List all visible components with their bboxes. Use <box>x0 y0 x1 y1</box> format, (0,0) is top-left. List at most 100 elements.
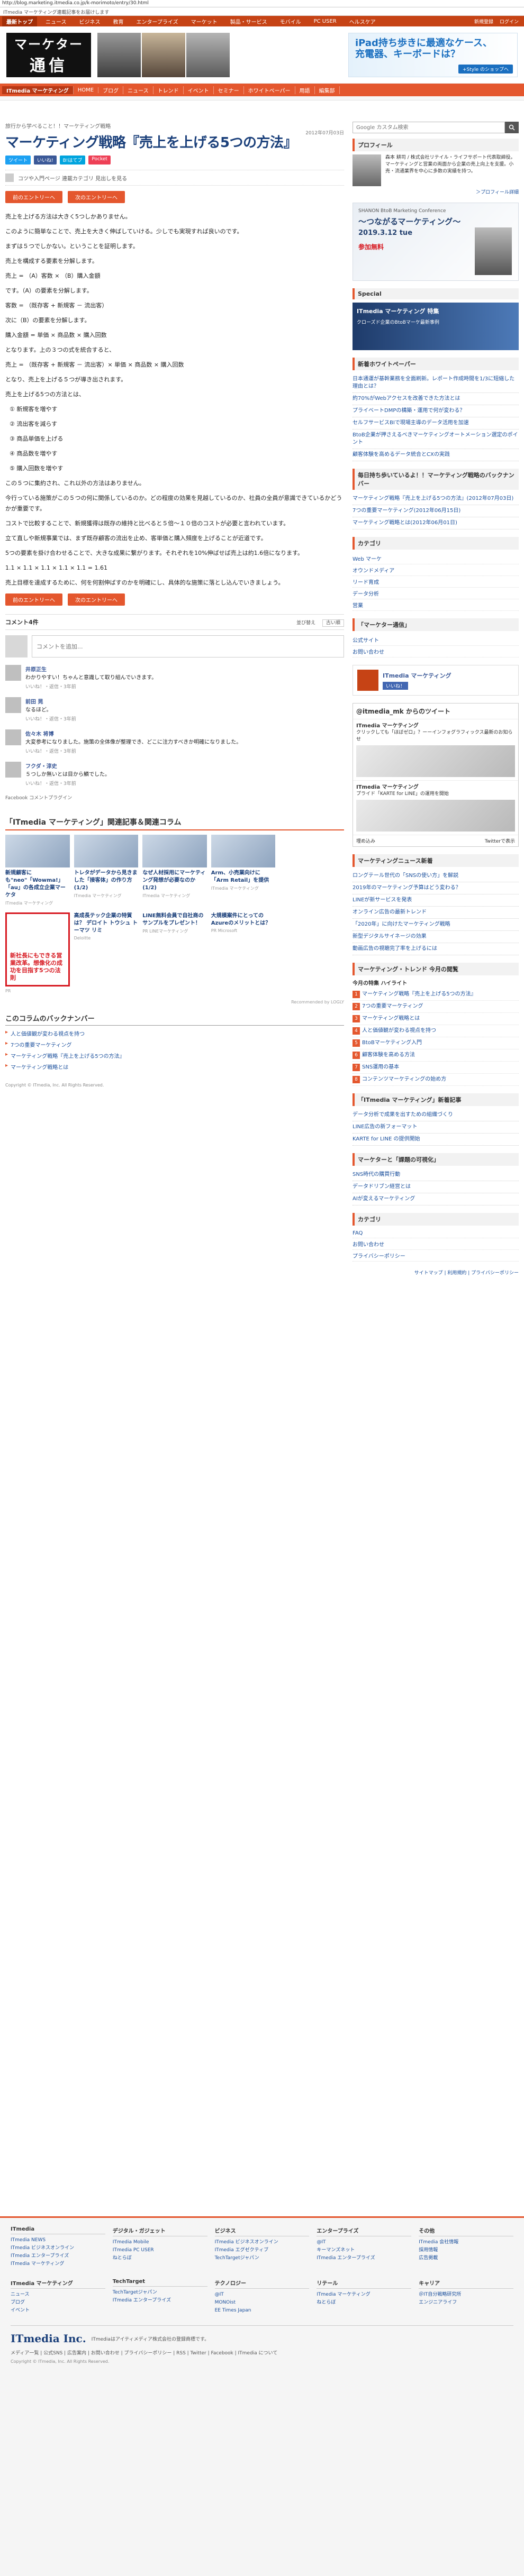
extra-item[interactable]: AIが変えるマーケティング <box>353 1193 519 1205</box>
footer-link[interactable]: TechTargetジャパン <box>215 2254 310 2262</box>
extra-item[interactable]: データドリブン経営とは <box>353 1181 519 1193</box>
gnav-item[interactable]: 製品・サービス <box>224 17 274 25</box>
pocket-button[interactable]: Pocket <box>88 156 111 165</box>
footer-link[interactable]: ニュース <box>11 2291 105 2299</box>
tweet-image[interactable] <box>356 745 515 777</box>
gnav-home[interactable]: 最新トップ <box>2 16 37 26</box>
footer-link[interactable]: 広告掲載 <box>419 2254 513 2262</box>
next-entry-button[interactable]: 次のエントリーへ <box>68 593 125 606</box>
news-item[interactable]: オンライン広告の最新トレンド <box>353 907 519 919</box>
comment-meta[interactable]: いいね！・返信・3年前 <box>25 715 76 722</box>
footer-bottom-links[interactable]: メディア一覧 | 公式SNS | 広告案内 | お問い合わせ | プライバシーポ… <box>11 2349 513 2356</box>
footer-link[interactable]: ブログ <box>11 2299 105 2307</box>
news-item[interactable]: 新型デジタルサイネージの効果 <box>353 931 519 943</box>
gnav-item[interactable]: ヘルスケア <box>343 17 382 25</box>
tweet-author[interactable]: ITmedia マーケティング <box>356 784 515 791</box>
conference-banner[interactable]: SHANON BtoB Marketing Conference 〜つながるマー… <box>353 203 519 281</box>
commenter-name[interactable]: 佐々木 将博 <box>25 729 241 737</box>
ad-button[interactable]: +Style のショップへ <box>458 64 513 74</box>
author-note[interactable]: コツや入門ページ 連載カテゴリ 見出しを見る <box>18 174 127 182</box>
whitepaper-item[interactable]: 日本通運が基幹業務を全面刷新。レポート作成時間を1/3に短縮した理由とは？ <box>353 373 519 393</box>
footer-link[interactable]: 採用情報 <box>419 2246 513 2254</box>
news-item[interactable]: 2019年のマーケティング予算はどう変わる？ <box>353 882 519 894</box>
footer-link[interactable]: イベント <box>11 2307 105 2315</box>
gnav-item[interactable]: エンタープライズ <box>130 17 185 25</box>
embed-link[interactable]: 埋め込み <box>356 837 375 844</box>
footer-link[interactable]: エンジニアライフ <box>419 2299 513 2307</box>
hatena-button[interactable]: B!はてブ <box>59 156 86 165</box>
footer-link[interactable]: ITmedia エンタープライズ <box>113 2297 207 2305</box>
footer-link[interactable]: MONOist <box>215 2299 310 2307</box>
gnav-item[interactable]: PC USER <box>308 19 343 24</box>
iab-link[interactable]: お問い合わせ <box>353 646 519 657</box>
ranking-item[interactable]: 4 人と価値観が変わる視点を持つ <box>353 1025 519 1037</box>
ranking-item[interactable]: 8 コンテンツマーケティングの始め方 <box>353 1074 519 1086</box>
whitepaper-item[interactable]: セルフサービスBIで現場主導のデータ活用を加速 <box>353 417 519 430</box>
channel-item[interactable]: ニュース <box>123 86 153 94</box>
prev-entry-button[interactable]: 前のエントリーへ <box>5 593 62 606</box>
comment-meta[interactable]: いいね！・返信・3年前 <box>25 683 157 690</box>
twitter-link[interactable]: Twitterで表示 <box>485 837 515 844</box>
gnav-item[interactable]: モバイル <box>274 17 308 25</box>
footer-link[interactable]: ITmedia Mobile <box>113 2239 207 2246</box>
category-item[interactable]: オウンドメディア <box>353 564 519 576</box>
fb-page-name[interactable]: ITmedia マーケティング <box>383 671 451 680</box>
footer-link[interactable]: ITmedia ビジネスオンライン <box>215 2239 310 2246</box>
footer-link[interactable]: ITmedia 会社情報 <box>419 2239 513 2246</box>
footer-link[interactable]: ITmedia エンタープライズ <box>317 2254 411 2262</box>
fb-like-button[interactable]: いいね！ <box>383 681 409 690</box>
news-item[interactable]: ロングテール世代の「SNSの使い方」を解説 <box>353 870 519 882</box>
sort-select[interactable]: 古い順 <box>322 619 344 627</box>
site-logo[interactable]: マーケター 通信 <box>6 32 91 77</box>
whitepaper-item[interactable]: BtoB企業が押さえるべきマーケティングオートメーション選定のポイント <box>353 430 519 449</box>
comment-input[interactable] <box>32 635 344 657</box>
news-item[interactable]: LINEが新サービスを発表 <box>353 894 519 907</box>
related-card[interactable]: トレタがデータから見きました「接客体」の作り方 (1/2) ITmedia マー… <box>74 835 139 906</box>
itm-item[interactable]: KARTE for LINE の提供開始 <box>353 1134 519 1146</box>
gnav-item[interactable]: 教育 <box>107 17 130 25</box>
footer-link[interactable]: ITmedia PC USER <box>113 2246 207 2254</box>
backnumber-item[interactable]: 人と価値観が変わる視点を持つ <box>5 1028 344 1039</box>
tweet-button[interactable]: ツイート <box>5 156 31 165</box>
ranking-item[interactable]: 2 7つの重要マーケティング <box>353 1001 519 1013</box>
ad-card[interactable]: 新社長にもできる営業改革。想像化の成功を目指す5つの法則 PR <box>5 912 70 993</box>
footer-link[interactable]: ITmedia マーケティング <box>11 2260 105 2268</box>
related-card[interactable]: LINE無料会員で自社商のサンプルをプレゼント！ PR LINEマーケティング <box>142 912 207 993</box>
footer-link[interactable]: ITmedia ビジネスオンライン <box>11 2244 105 2252</box>
ranking-item[interactable]: 1 マーケティング戦略『売上を上げる5つの方法』 <box>353 989 519 1001</box>
footer-link[interactable]: ITmedia NEWS <box>11 2236 105 2244</box>
channel-item[interactable]: 編集部 <box>315 86 340 94</box>
register-link[interactable]: 新規登録 <box>474 18 493 25</box>
header-ad-banner[interactable]: iPad持ち歩きに最適なケース、 充電器、キーボードは？ +Style のショッ… <box>348 32 518 77</box>
commenter-name[interactable]: 井原正生 <box>25 665 157 673</box>
channel-item[interactable]: イベント <box>184 86 214 94</box>
tweets-label[interactable]: @itmedia_mk からのツイート <box>353 704 518 719</box>
footer-link[interactable]: @IT <box>215 2291 310 2299</box>
related-card[interactable]: 大規模案件にとってのAzureのメリットとは？ PR Microsoft <box>211 912 276 993</box>
commenter-name[interactable]: 前田 晃 <box>25 697 76 705</box>
footer-link[interactable]: TechTargetジャパン <box>113 2289 207 2297</box>
breadcrumb[interactable]: 旅行から学べること！！マーケティング戦略 <box>5 122 344 130</box>
channel-item[interactable]: 用語 <box>295 86 315 94</box>
channel-item[interactable]: ITmedia マーケティング <box>2 86 74 94</box>
related-card[interactable]: 高成長テック企業の特質は？ デロイト トウシュ トーマツ リミ Deloitte <box>74 912 139 993</box>
prev-entry-button[interactable]: 前のエントリーへ <box>5 191 62 203</box>
related-card[interactable]: なぜ人材採用にマーケティング発想が必要なのか (1/2) ITmedia マーケ… <box>142 835 207 906</box>
footer-link[interactable]: ねとらぼ <box>113 2254 207 2262</box>
misc-item[interactable]: お問い合わせ <box>353 1238 519 1250</box>
footer-link[interactable]: ITmedia エグゼクティブ <box>215 2246 310 2254</box>
side-footer-links[interactable]: サイトマップ | 利用規約 | プライバシーポリシー <box>353 1269 519 1276</box>
channel-item[interactable]: セミナー <box>214 86 244 94</box>
tweet-image[interactable] <box>356 800 515 832</box>
whitepaper-item[interactable]: プライベートDMPの構築・運用で何が変わる？ <box>353 405 519 417</box>
whitepaper-item[interactable]: 約70%がWebアクセスを改善できた方法とは <box>353 393 519 405</box>
footer-link[interactable]: ＠IT自分戦略研究所 <box>419 2291 513 2299</box>
news-item[interactable]: 「2020年」に向けたマーケティング戦略 <box>353 919 519 931</box>
facebook-plugin-label[interactable]: Facebook コメントプラグイン <box>5 794 344 801</box>
misc-item[interactable]: プライバシーポリシー <box>353 1250 519 1262</box>
next-entry-button[interactable]: 次のエントリーへ <box>68 191 125 203</box>
channel-item[interactable]: ホワイトペーパー <box>244 86 295 94</box>
misc-item[interactable]: FAQ <box>353 1229 519 1238</box>
search-button[interactable] <box>505 122 519 133</box>
like-button[interactable]: いいね! <box>34 156 57 165</box>
